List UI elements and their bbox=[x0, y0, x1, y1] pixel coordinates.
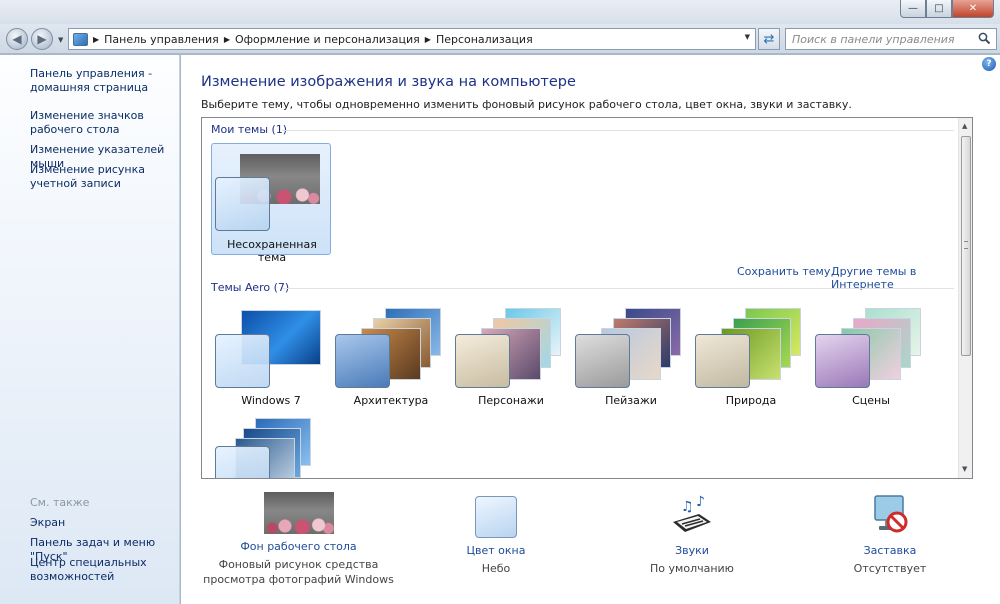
theme-nature[interactable]: Природа bbox=[693, 308, 809, 413]
theme-name: Природа bbox=[725, 394, 777, 407]
scroll-down-icon[interactable]: ▼ bbox=[962, 465, 967, 473]
svg-text:♪: ♪ bbox=[696, 494, 705, 510]
sidebar-item-desktop-icons[interactable]: Изменение значков рабочего стола bbox=[30, 109, 178, 137]
sounds-value: По умолчанию bbox=[650, 562, 734, 575]
address-dropdown-icon[interactable]: ▼ bbox=[745, 33, 750, 41]
sidebar-home-link[interactable]: Панель управления - домашняя страница bbox=[30, 67, 178, 95]
theme-characters[interactable]: Персонажи bbox=[453, 308, 569, 413]
forward-button[interactable]: ▶ bbox=[31, 28, 53, 50]
forward-arrow-icon: ▶ bbox=[37, 32, 47, 46]
window-color-swatch bbox=[575, 334, 630, 388]
page-description: Выберите тему, чтобы одновременно измени… bbox=[201, 98, 852, 111]
see-also-ease-of-access[interactable]: Центр специальных возможностей bbox=[30, 556, 178, 584]
task-sidebar: Панель управления - домашняя страница Из… bbox=[0, 55, 180, 604]
window-color-swatch bbox=[215, 177, 270, 231]
flowers-decoration bbox=[263, 514, 334, 534]
group-divider bbox=[282, 288, 954, 289]
window-controls: — □ ✕ bbox=[900, 0, 994, 18]
page-title: Изменение изображения и звука на компьют… bbox=[201, 74, 576, 90]
maximize-icon[interactable]: □ bbox=[926, 0, 952, 18]
theme-landscapes[interactable]: Пейзажи bbox=[573, 308, 689, 413]
minimize-icon[interactable]: — bbox=[900, 0, 926, 18]
scroll-thumb[interactable] bbox=[961, 136, 971, 356]
window-color-swatch bbox=[695, 334, 750, 388]
control-panel-icon bbox=[73, 32, 88, 46]
aero-themes-header: Темы Aero (7) bbox=[211, 281, 290, 294]
theme-name: Пейзажи bbox=[605, 394, 657, 407]
refresh-button[interactable]: ⇄ bbox=[758, 28, 780, 50]
navigation-toolbar: ◀ ▶ ▼ ▶ Панель управления ▶ Оформление и… bbox=[0, 24, 1000, 54]
svg-text:♫: ♫ bbox=[681, 499, 694, 515]
window-color-swatch bbox=[215, 446, 270, 478]
screensaver-setting[interactable]: Заставка Отсутствует bbox=[831, 492, 949, 576]
search-placeholder: Поиск в панели управления bbox=[792, 32, 955, 46]
see-also-label: См. также bbox=[30, 496, 90, 509]
theme-name: Персонажи bbox=[478, 394, 544, 407]
back-button[interactable]: ◀ bbox=[6, 28, 28, 50]
back-arrow-icon: ◀ bbox=[12, 32, 22, 46]
see-also-display[interactable]: Экран bbox=[30, 516, 178, 530]
search-icon[interactable] bbox=[978, 32, 991, 45]
address-bar[interactable]: ▶ Панель управления ▶ Оформление и персо… bbox=[68, 28, 756, 50]
theme-name: Несохраненная тема bbox=[227, 238, 317, 264]
screensaver-icon bbox=[874, 495, 908, 533]
screensaver-link[interactable]: Заставка bbox=[831, 544, 949, 557]
theme-windows-7[interactable]: Windows 7 bbox=[213, 308, 329, 413]
title-bar: — □ ✕ bbox=[0, 0, 1000, 24]
window-color-value: Небо bbox=[481, 562, 511, 575]
window-color-setting[interactable]: Цвет окна Небо bbox=[436, 492, 556, 576]
window-color-icon bbox=[475, 496, 517, 538]
sidebar-item-account-picture[interactable]: Изменение рисунка учетной записи bbox=[30, 163, 178, 191]
window-color-link[interactable]: Цвет окна bbox=[436, 544, 556, 557]
window-color-swatch bbox=[215, 334, 270, 388]
theme-name: Сцены bbox=[852, 394, 890, 407]
refresh-icon: ⇄ bbox=[763, 31, 775, 47]
breadcrumb-personalization[interactable]: Персонализация bbox=[436, 33, 533, 46]
main-content: ? Изменение изображения и звука на компь… bbox=[181, 55, 1000, 604]
window-color-swatch bbox=[335, 334, 390, 388]
theme-scenes[interactable]: Сцены bbox=[813, 308, 929, 413]
help-icon[interactable]: ? bbox=[982, 57, 996, 71]
my-themes-header: Мои темы (1) bbox=[211, 123, 288, 136]
recent-pages-dropdown-icon[interactable]: ▼ bbox=[58, 36, 63, 44]
scroll-up-icon[interactable]: ▲ bbox=[962, 122, 967, 130]
desktop-background-icon bbox=[263, 492, 334, 534]
themes-scrollbar[interactable]: ▲ ▼ bbox=[958, 118, 972, 478]
close-icon[interactable]: ✕ bbox=[952, 0, 994, 18]
sounds-setting[interactable]: ♫ ♪ Звуки По умолчанию bbox=[633, 492, 751, 576]
save-theme-link[interactable]: Сохранить тему bbox=[737, 265, 830, 278]
breadcrumb-separator-icon[interactable]: ▶ bbox=[425, 35, 431, 44]
breadcrumb-separator-icon[interactable]: ▶ bbox=[93, 35, 99, 44]
screensaver-value: Отсутствует bbox=[853, 562, 927, 575]
breadcrumb-control-panel[interactable]: Панель управления bbox=[104, 33, 219, 46]
desktop-background-value: Фоновый рисунок средства просмотра фотог… bbox=[203, 558, 394, 586]
theme-name: Архитектура bbox=[353, 394, 429, 407]
theme-architecture[interactable]: Архитектура bbox=[333, 308, 449, 413]
breadcrumb-separator-icon[interactable]: ▶ bbox=[224, 35, 230, 44]
breadcrumb-appearance[interactable]: Оформление и персонализация bbox=[235, 33, 420, 46]
window-color-swatch bbox=[455, 334, 510, 388]
theme-name: Windows 7 bbox=[241, 394, 301, 407]
search-input[interactable]: Поиск в панели управления bbox=[785, 28, 997, 50]
theme-seventh[interactable] bbox=[213, 416, 329, 478]
group-divider bbox=[282, 130, 954, 131]
scroll-grip-icon bbox=[964, 241, 968, 249]
desktop-background-link[interactable]: Фон рабочего стола bbox=[191, 540, 406, 553]
window-color-swatch bbox=[815, 334, 870, 388]
desktop-background-setting[interactable]: Фон рабочего стола Фоновый рисунок средс… bbox=[191, 492, 406, 587]
sounds-link[interactable]: Звуки bbox=[633, 544, 751, 557]
theme-unsaved[interactable]: Несохраненная тема bbox=[211, 143, 331, 264]
sounds-icon: ♫ ♪ bbox=[673, 494, 711, 532]
themes-list[interactable]: Мои темы (1) Несохраненная тема Сохранит… bbox=[201, 117, 973, 479]
